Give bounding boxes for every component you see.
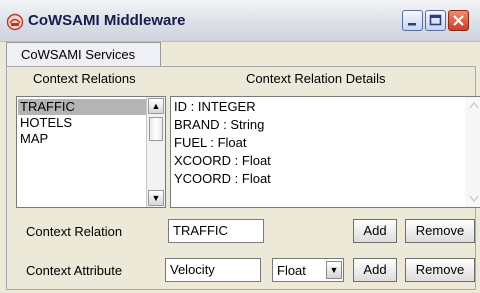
minimize-icon bbox=[408, 23, 416, 26]
context-relation-label: Context Relation bbox=[26, 224, 123, 239]
tab-bar: CoWSAMI Services bbox=[6, 42, 476, 66]
app-icon bbox=[6, 13, 24, 31]
detail-line: YCOORD : Float bbox=[174, 171, 271, 186]
relations-scrollbar[interactable]: ▲ ▼ bbox=[146, 97, 165, 207]
details-scrollbar[interactable] bbox=[465, 97, 480, 207]
scroll-thumb[interactable] bbox=[149, 117, 163, 141]
add-relation-button[interactable]: Add bbox=[353, 219, 397, 243]
scroll-down-icon[interactable]: ▼ bbox=[148, 190, 164, 206]
detail-line: BRAND : String bbox=[174, 117, 265, 132]
context-relations-list[interactable]: TRAFFIC HOTELS MAP ▲ ▼ bbox=[16, 96, 166, 208]
attribute-type-value: Float bbox=[277, 263, 306, 278]
scroll-up-icon[interactable]: ▲ bbox=[148, 98, 164, 114]
context-relations-header: Context Relations bbox=[33, 71, 136, 86]
remove-attribute-button[interactable]: Remove bbox=[405, 258, 475, 282]
close-button[interactable] bbox=[448, 10, 469, 31]
minimize-button[interactable] bbox=[402, 10, 423, 31]
add-attribute-button[interactable]: Add bbox=[353, 258, 397, 282]
window-title: CoWSAMI Middleware bbox=[28, 12, 186, 29]
detail-line: ID : INTEGER bbox=[174, 99, 256, 114]
context-relation-details-header: Context Relation Details bbox=[246, 71, 386, 86]
context-relation-input[interactable]: TRAFFIC bbox=[168, 219, 264, 243]
context-attribute-label: Context Attribute bbox=[26, 263, 123, 278]
maximize-icon bbox=[429, 14, 442, 26]
detail-line: XCOORD : Float bbox=[174, 153, 271, 168]
context-relation-details-list[interactable]: ID : INTEGER BRAND : String FUEL : Float… bbox=[170, 96, 480, 208]
attribute-type-select[interactable]: Float ▼ bbox=[272, 258, 344, 282]
list-item[interactable]: TRAFFIC bbox=[18, 99, 146, 115]
close-icon bbox=[453, 15, 464, 26]
tab-cowsami-services[interactable]: CoWSAMI Services bbox=[6, 42, 161, 66]
chevron-down-icon[interactable]: ▼ bbox=[326, 261, 342, 279]
context-attribute-input[interactable]: Velocity bbox=[165, 258, 261, 282]
list-item[interactable]: MAP bbox=[18, 131, 146, 147]
remove-relation-button[interactable]: Remove bbox=[405, 219, 475, 243]
detail-line: FUEL : Float bbox=[174, 135, 247, 150]
maximize-button[interactable] bbox=[425, 10, 446, 31]
scroll-arrows-icon bbox=[469, 101, 479, 203]
title-bar: CoWSAMI Middleware bbox=[0, 0, 480, 42]
list-item[interactable]: HOTELS bbox=[18, 115, 146, 131]
